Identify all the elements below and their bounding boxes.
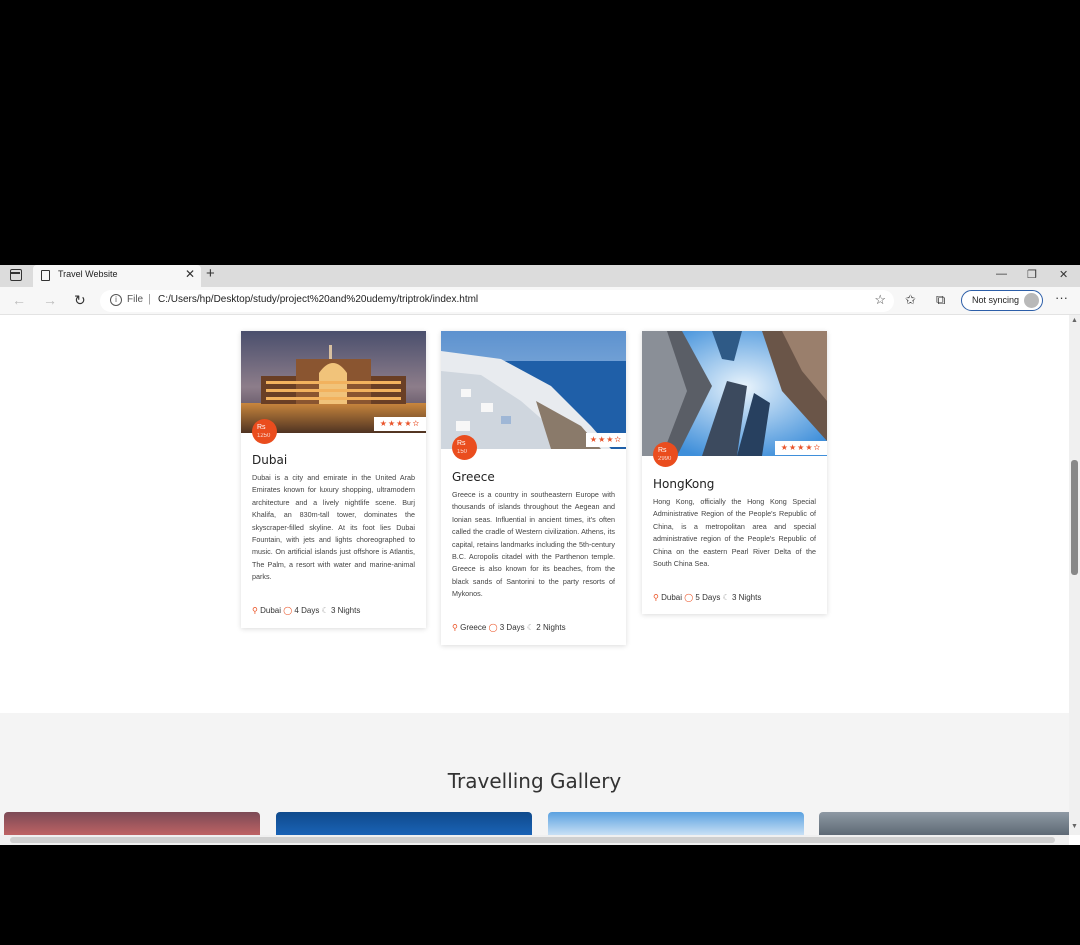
days-text: 3 Days: [499, 623, 525, 632]
clock-icon: ◯: [488, 623, 498, 632]
card-meta: ⚲ Dubai ◯ 4 Days ☾ 3 Nights: [252, 606, 360, 615]
gallery-title: Travelling Gallery: [447, 769, 622, 793]
days-text: 5 Days: [695, 593, 721, 602]
card-meta: ⚲ Dubai ◯ 5 Days ☾ 3 Nights: [653, 593, 761, 602]
scroll-thumb[interactable]: [1071, 460, 1078, 575]
scroll-thumb[interactable]: [10, 837, 1055, 843]
close-window-button[interactable]: ✕: [1059, 268, 1068, 281]
scroll-up-icon[interactable]: ▲: [1071, 317, 1078, 324]
gallery-image[interactable]: [276, 812, 532, 835]
moon-icon: ☾: [526, 623, 535, 632]
price-amount: 150: [457, 449, 468, 455]
browser-tab[interactable]: Travel Website ✕: [33, 265, 201, 287]
forward-icon[interactable]: →: [43, 292, 57, 308]
package-card: ★★★★✫ Rs 1250 Dubai Dubai is a city and …: [241, 331, 426, 628]
add-favorite-icon[interactable]: ☆: [874, 292, 886, 308]
card-title: Greece: [452, 470, 495, 484]
location-pin-icon: ⚲: [452, 623, 458, 632]
scheme-label: File: [127, 294, 144, 305]
package-card: ★★★✫ Rs 150 Greece Greece is a country i…: [441, 331, 626, 645]
minimize-button[interactable]: —: [996, 268, 1007, 280]
location-pin-icon: ⚲: [653, 593, 659, 602]
price-amount: 2990: [658, 456, 672, 462]
page-icon: [41, 270, 50, 281]
card-description: Dubai is a city and emirate in the Unite…: [252, 473, 415, 582]
greece-image: [441, 331, 626, 449]
card-meta: ⚲ Greece ◯ 3 Days ☾ 2 Nights: [452, 623, 566, 632]
rating-stars: ★★★✫: [586, 433, 626, 447]
gallery-image[interactable]: [4, 812, 260, 835]
address-separator: |: [148, 293, 151, 305]
clock-icon: ◯: [283, 606, 293, 615]
tab-actions-icon[interactable]: [10, 269, 22, 281]
horizontal-scrollbar[interactable]: [0, 835, 1069, 845]
location-text: Dubai: [661, 593, 682, 602]
tab-title: Travel Website: [58, 269, 118, 279]
back-icon[interactable]: ←: [12, 292, 26, 308]
price-currency: Rs: [457, 440, 466, 447]
browser-window: Travel Website ✕ + — ❐ ✕ ← → ↻ i File | …: [0, 265, 1080, 845]
price-badge: Rs 1250: [252, 419, 277, 444]
page-viewport: ★★★★✫ Rs 1250 Dubai Dubai is a city and …: [0, 315, 1069, 835]
nights-text: 3 Nights: [330, 606, 361, 615]
collections-icon[interactable]: ⧉: [936, 292, 945, 308]
card-description: Greece is a country in southeastern Euro…: [452, 490, 615, 599]
nights-text: 2 Nights: [536, 623, 566, 632]
more-menu-icon[interactable]: ···: [1055, 290, 1068, 305]
price-currency: Rs: [658, 447, 667, 454]
favorites-icon[interactable]: ✩: [905, 292, 916, 308]
package-card: ★★★★✫ Rs 2990 HongKong Hong Kong, offici…: [642, 331, 827, 614]
price-badge: Rs 150: [452, 435, 477, 460]
card-title: Dubai: [252, 453, 288, 467]
price-badge: Rs 2990: [653, 442, 678, 467]
address-bar-row: ← → ↻ i File | C:/Users/hp/Desktop/study…: [0, 287, 1080, 315]
close-tab-icon[interactable]: ✕: [185, 267, 195, 281]
vertical-scrollbar[interactable]: ▲ ▼: [1069, 315, 1080, 835]
address-bar[interactable]: i File | C:/Users/hp/Desktop/study/proje…: [100, 290, 894, 312]
url-text[interactable]: C:/Users/hp/Desktop/study/project%20and%…: [158, 294, 478, 305]
gallery-image[interactable]: [819, 812, 1069, 835]
clock-icon: ◯: [684, 593, 694, 602]
location-text: Greece: [460, 623, 487, 632]
days-text: 4 Days: [294, 606, 320, 615]
profile-sync-button[interactable]: Not syncing: [961, 290, 1043, 311]
gallery-image[interactable]: [548, 812, 804, 835]
rating-stars: ★★★★✫: [775, 441, 827, 455]
card-title: HongKong: [653, 477, 715, 491]
nights-text: 3 Nights: [731, 593, 762, 602]
location-text: Dubai: [260, 606, 281, 615]
moon-icon: ☾: [321, 606, 329, 615]
tab-bar: Travel Website ✕ + — ❐ ✕: [0, 265, 1080, 287]
moon-icon: ☾: [722, 593, 730, 602]
info-icon[interactable]: i: [110, 294, 122, 306]
location-pin-icon: ⚲: [252, 606, 258, 615]
price-currency: Rs: [257, 424, 266, 431]
card-description: Hong Kong, officially the Hong Kong Spec…: [653, 497, 816, 569]
rating-stars: ★★★★✫: [374, 417, 426, 431]
sync-label: Not syncing: [972, 295, 1020, 305]
reload-icon[interactable]: ↻: [74, 292, 86, 309]
hongkong-image: [642, 331, 827, 456]
scroll-down-icon[interactable]: ▼: [1071, 823, 1078, 830]
screen: Travel Website ✕ + — ❐ ✕ ← → ↻ i File | …: [0, 0, 1080, 945]
price-amount: 1250: [257, 433, 271, 439]
new-tab-button[interactable]: +: [206, 265, 215, 282]
avatar: [1024, 293, 1039, 308]
restore-button[interactable]: ❐: [1027, 268, 1037, 281]
